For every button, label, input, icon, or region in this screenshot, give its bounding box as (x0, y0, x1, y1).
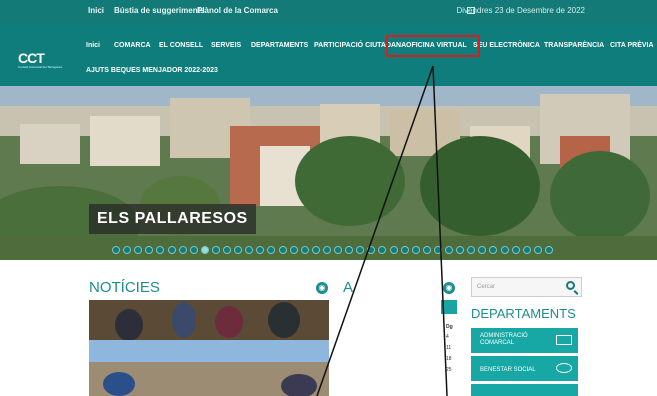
zoom-callout-lines (316, 65, 448, 396)
